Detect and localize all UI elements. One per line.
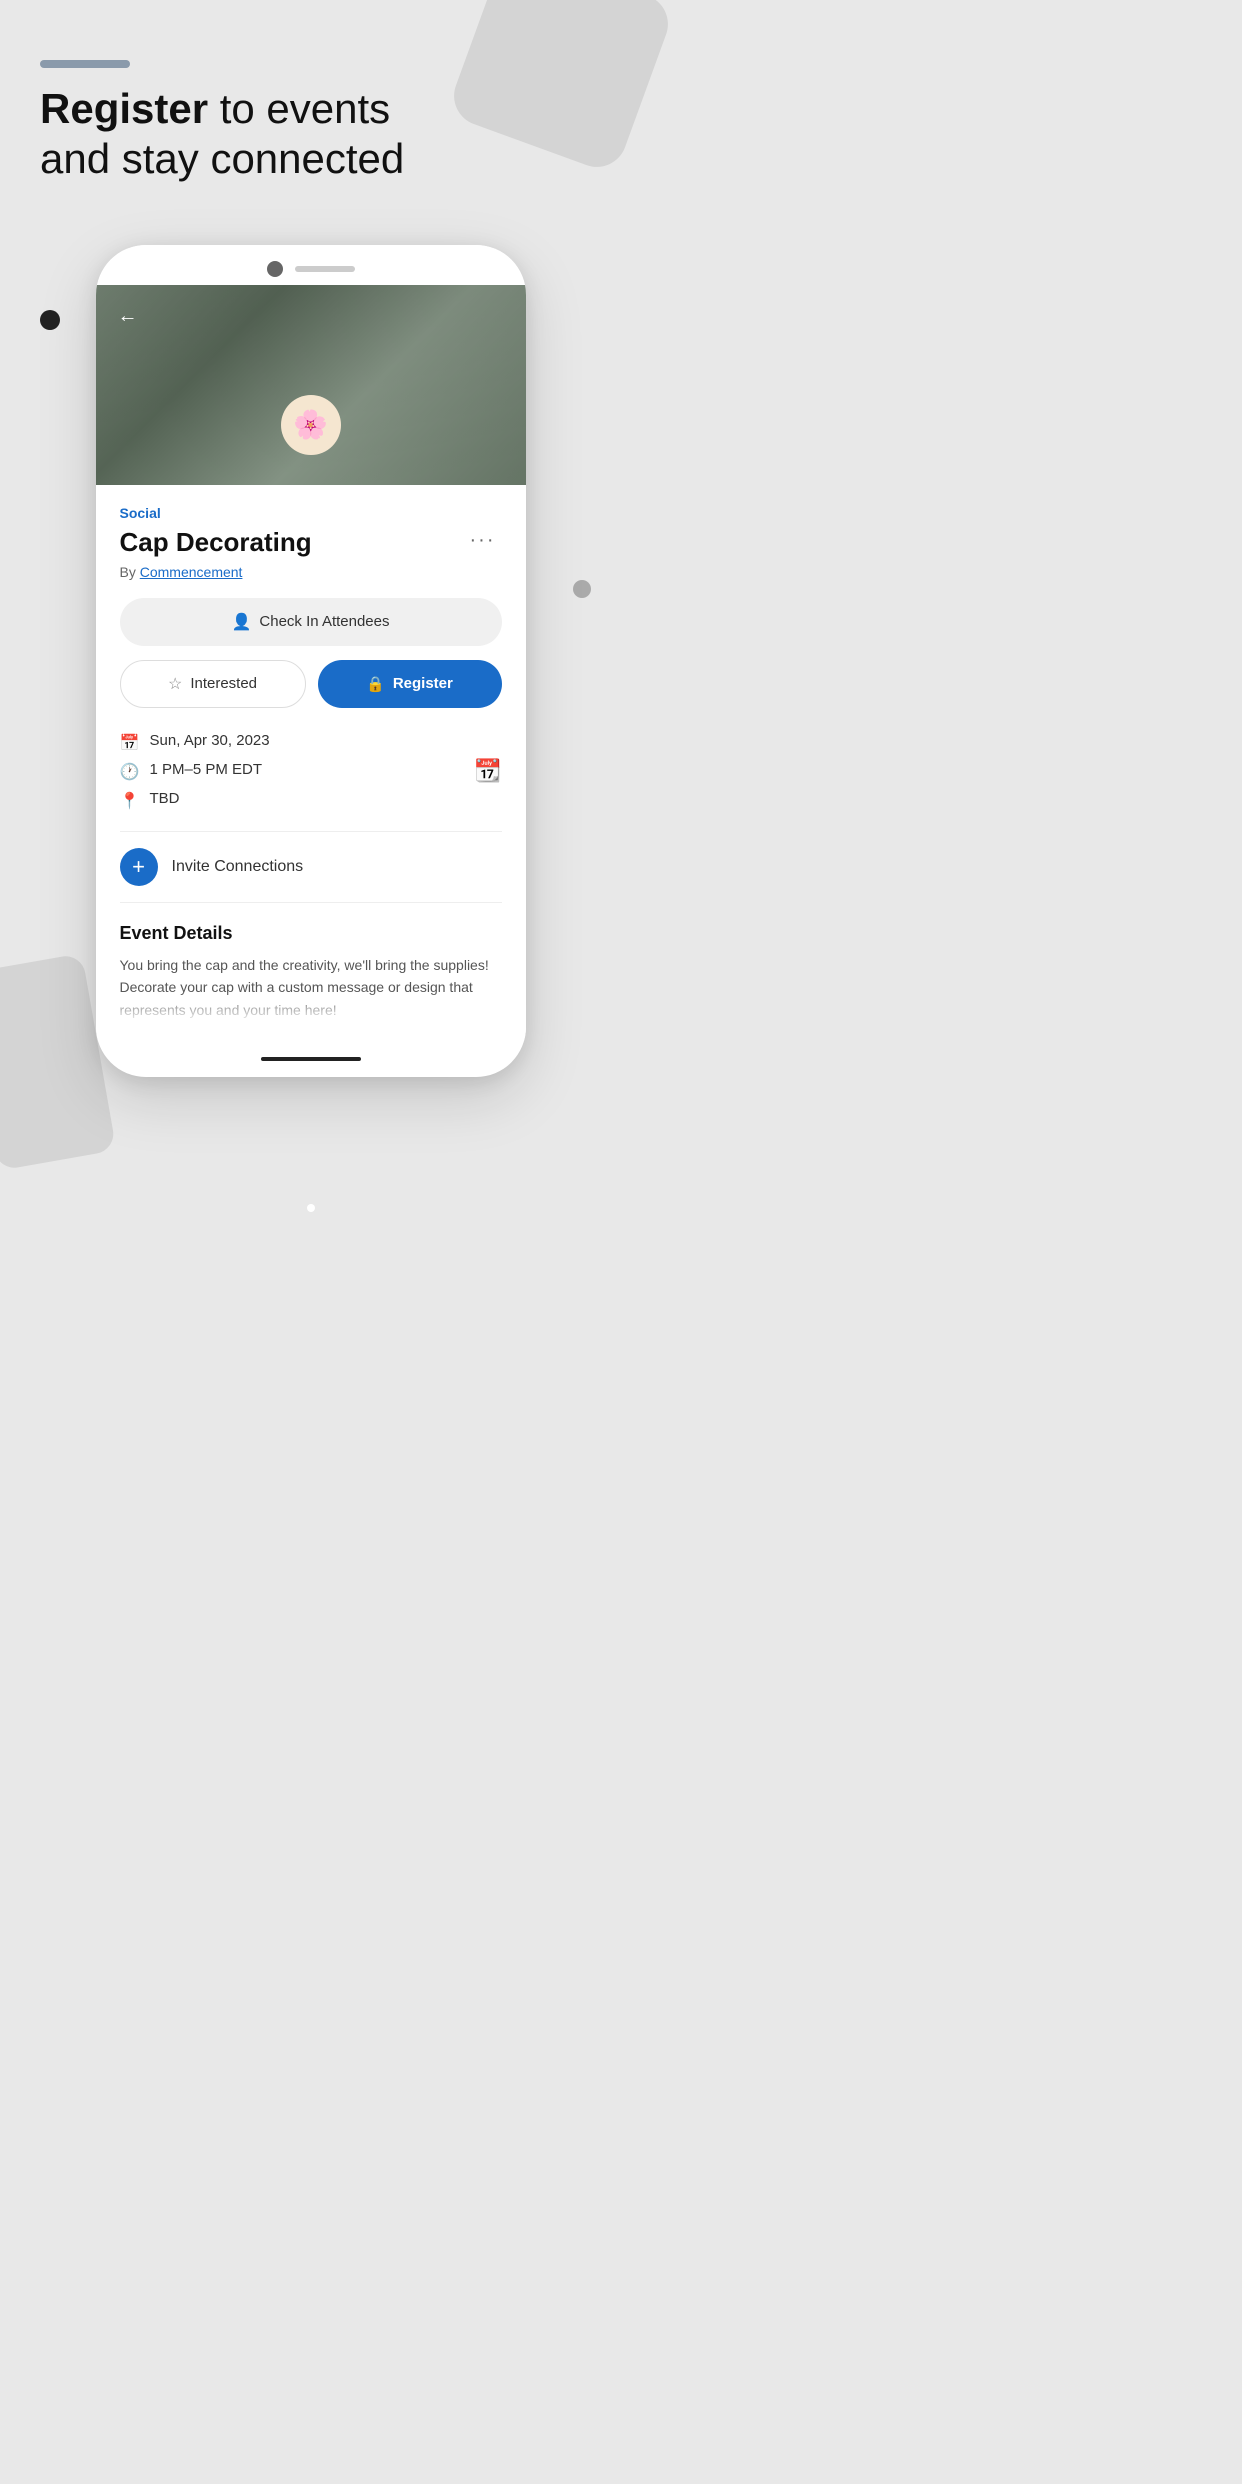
register-icon: 🔒 [366, 675, 385, 693]
check-in-button[interactable]: 👤 Check In Attendees [120, 598, 502, 646]
event-title-row: Cap Decorating ··· [120, 527, 502, 558]
invite-label: Invite Connections [172, 858, 304, 876]
pagination-dots [307, 1204, 315, 1212]
phone-container: 🌸 ← Social Cap Decorating ··· By Commenc… [0, 245, 621, 1137]
phone-mockup: 🌸 ← Social Cap Decorating ··· By Commenc… [96, 245, 526, 1077]
header-section: Register to events and stay connected [0, 0, 621, 215]
phone-speaker [295, 266, 355, 272]
event-time: 1 PM–5 PM EDT [150, 761, 263, 778]
home-bar [261, 1057, 361, 1061]
header-title-rest: to events [208, 85, 390, 132]
back-button[interactable]: ← [112, 301, 144, 333]
event-organizer: By Commencement [120, 564, 502, 580]
event-details-heading: Event Details [120, 923, 502, 944]
event-image: 🌸 ← [96, 285, 526, 485]
event-time-row: 🕐 1 PM–5 PM EDT [120, 761, 502, 782]
check-in-icon: 👤 [231, 612, 251, 632]
event-location: TBD [150, 790, 180, 807]
phone-top-bar [96, 245, 526, 285]
action-buttons: ☆ Interested 🔒 Register [120, 660, 502, 708]
organizer-link[interactable]: Commencement [140, 564, 243, 580]
event-category: Social [120, 505, 502, 521]
header-title: Register to events and stay connected [40, 84, 581, 185]
event-date-row: 📅 Sun, Apr 30, 2023 [120, 732, 502, 753]
check-in-label: Check In Attendees [259, 613, 389, 630]
star-icon: ☆ [168, 674, 182, 694]
phone-bottom [96, 1041, 526, 1077]
register-button[interactable]: 🔒 Register [318, 660, 502, 708]
pagination-dot-1 [307, 1204, 315, 1212]
event-info: 📅 Sun, Apr 30, 2023 🕐 1 PM–5 PM EDT 📍 TB… [120, 732, 502, 811]
plus-icon: + [132, 854, 145, 880]
register-label: Register [393, 675, 453, 692]
phone-camera [267, 261, 283, 277]
more-options-button[interactable]: ··· [464, 527, 502, 554]
organizer-prefix: By [120, 564, 140, 580]
calendar-add-button[interactable]: 📆 [474, 758, 501, 784]
header-title-bold: Register [40, 85, 208, 132]
event-details-text: You bring the cap and the creativity, we… [120, 954, 502, 1021]
header-accent-bar [40, 60, 130, 68]
invite-row: + Invite Connections [120, 848, 502, 886]
event-date: Sun, Apr 30, 2023 [150, 732, 270, 749]
phone-content: Social Cap Decorating ··· By Commencemen… [96, 485, 526, 1041]
clock-icon: 🕐 [120, 762, 140, 782]
event-title: Cap Decorating [120, 527, 464, 558]
event-details-section: Event Details You bring the cap and the … [120, 919, 502, 1021]
invite-plus-button[interactable]: + [120, 848, 158, 886]
interested-button[interactable]: ☆ Interested [120, 660, 306, 708]
divider-2 [120, 902, 502, 903]
interested-label: Interested [190, 675, 257, 692]
header-title-line2: and stay connected [40, 135, 404, 182]
divider-1 [120, 831, 502, 832]
calendar-icon: 📅 [120, 733, 140, 753]
flower-decoration: 🌸 [271, 385, 351, 465]
event-location-row: 📍 TBD [120, 790, 502, 811]
flower-icon: 🌸 [281, 395, 341, 455]
location-icon: 📍 [120, 791, 140, 811]
